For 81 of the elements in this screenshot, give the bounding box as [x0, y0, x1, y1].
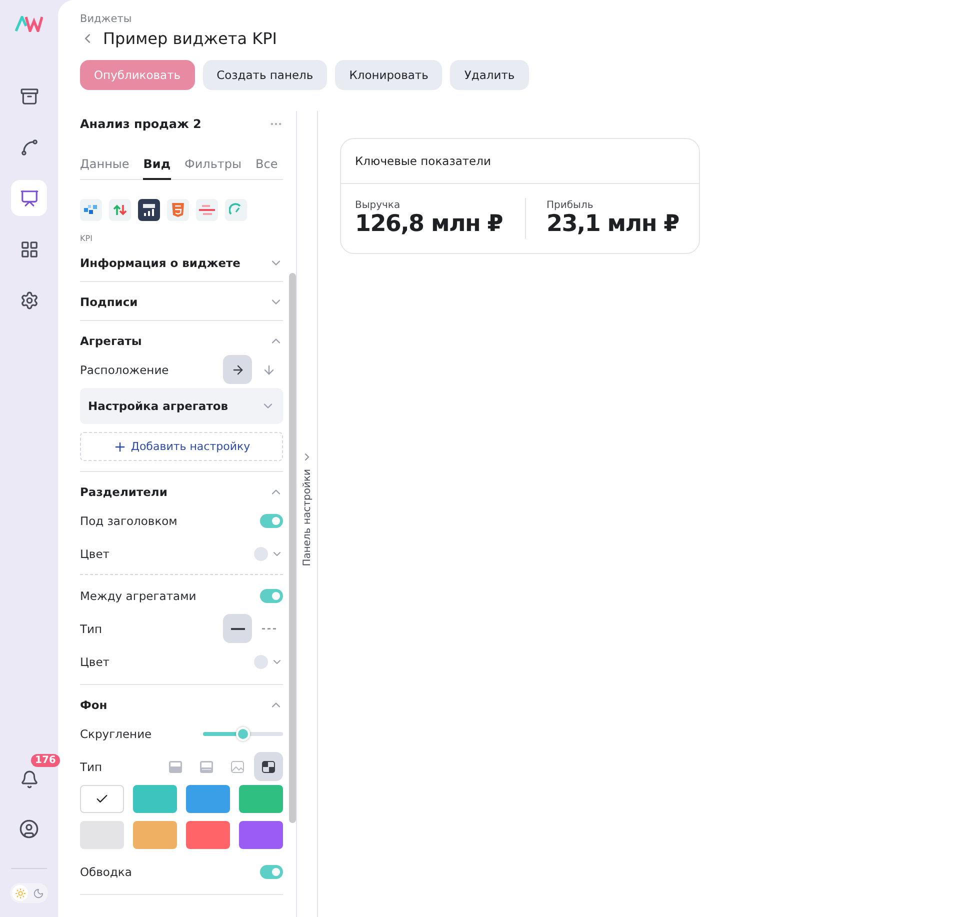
card-title: Ключевые показатели — [341, 139, 699, 184]
settings-icon — [20, 290, 38, 310]
setting-label: Тип — [80, 622, 102, 636]
slider-thumb[interactable] — [236, 726, 250, 740]
metric-value: 23,1 млн ₽ — [546, 211, 679, 237]
toggle-switch[interactable] — [260, 514, 283, 528]
page-title: Пример виджета KPI — [103, 29, 277, 48]
background-swatch[interactable] — [80, 785, 124, 813]
background-swatch[interactable] — [80, 821, 124, 849]
theme-toggle[interactable] — [10, 883, 48, 903]
tab[interactable]: Вид — [143, 157, 171, 180]
option-button[interactable] — [223, 614, 252, 643]
metric-value: 126,8 млн ₽ — [355, 211, 503, 237]
setting-label: Расположение — [80, 362, 169, 376]
widget-type-button[interactable] — [138, 199, 160, 221]
setting-label: Обводка — [80, 864, 132, 878]
toggle-switch[interactable] — [260, 588, 283, 602]
archive-icon — [20, 86, 38, 106]
plus-icon — [112, 440, 127, 454]
background-swatch[interactable] — [186, 821, 230, 849]
background-swatch[interactable] — [133, 785, 177, 813]
notification-badge: 176 — [31, 754, 60, 767]
section-title[interactable]: Агрегаты — [80, 334, 142, 348]
option-button[interactable] — [254, 752, 283, 781]
notifications-button[interactable] — [19, 769, 39, 789]
board-icon — [20, 188, 38, 208]
action-button[interactable]: Клонировать — [335, 60, 442, 90]
setting-label: Под заголовком — [80, 514, 178, 528]
section-title[interactable]: Фон — [80, 698, 108, 712]
metric-label: Выручка — [355, 200, 402, 211]
heatmap-icon — [84, 204, 98, 216]
user-icon — [19, 819, 39, 839]
background-swatch[interactable] — [239, 785, 283, 813]
action-button[interactable]: Удалить — [450, 60, 529, 90]
nodes-icon — [20, 138, 38, 156]
scrollbar[interactable] — [289, 273, 296, 823]
side-panel-tab[interactable]: Панель настройки — [302, 469, 312, 566]
metric-label: Прибыль — [546, 200, 594, 211]
toggle-switch[interactable] — [260, 864, 283, 878]
option-button[interactable] — [223, 355, 252, 384]
dashed-line-icon — [262, 628, 276, 630]
section-title[interactable]: Разделители — [80, 485, 168, 499]
sun-icon[interactable] — [12, 885, 28, 901]
up-down-arrows-icon — [113, 204, 127, 216]
logo-icon — [15, 16, 43, 32]
shield-icon — [172, 203, 184, 217]
tab[interactable]: Данные — [80, 157, 130, 180]
preset-icon — [262, 760, 275, 772]
section-title[interactable]: Информация о виджете — [80, 256, 240, 270]
gradient-icon — [200, 760, 213, 772]
breadcrumb[interactable]: Виджеты — [80, 13, 976, 25]
widget-name: Анализ продаж 2 — [80, 117, 202, 131]
action-button[interactable]: Создать панель — [202, 60, 328, 90]
widget-type-label: KPI — [80, 234, 94, 243]
color-picker[interactable] — [254, 654, 283, 668]
background-swatch[interactable] — [133, 821, 177, 849]
section-title[interactable]: Подписи — [80, 295, 138, 309]
kpi-bars-icon — [141, 203, 157, 217]
gantt-icon — [199, 204, 215, 216]
nav-button[interactable] — [11, 180, 47, 216]
gauge-icon — [229, 203, 243, 217]
tab[interactable]: Все — [255, 157, 278, 180]
arrow-down-icon — [262, 362, 276, 376]
add-setting-button[interactable]: Добавить настройку — [80, 432, 283, 461]
color-picker[interactable] — [254, 546, 283, 560]
subsection-header[interactable]: Настройка агрегатов — [80, 388, 283, 424]
setting-label: Скругление — [80, 726, 152, 740]
fill-icon — [169, 760, 182, 772]
widget-type-button[interactable] — [80, 199, 102, 221]
setting-label: Тип — [80, 760, 102, 774]
setting-label: Цвет — [80, 654, 110, 668]
background-swatch[interactable] — [186, 785, 230, 813]
image-icon — [231, 760, 244, 772]
setting-label: Между агрегатами — [80, 588, 196, 602]
background-swatch[interactable] — [239, 821, 283, 849]
grid-icon — [20, 240, 38, 258]
tab[interactable]: Фильтры — [184, 157, 242, 180]
arrow-right-icon — [230, 362, 244, 376]
solid-line-icon — [230, 628, 244, 630]
bell-icon — [20, 770, 38, 788]
setting-label: Цвет — [80, 546, 110, 560]
